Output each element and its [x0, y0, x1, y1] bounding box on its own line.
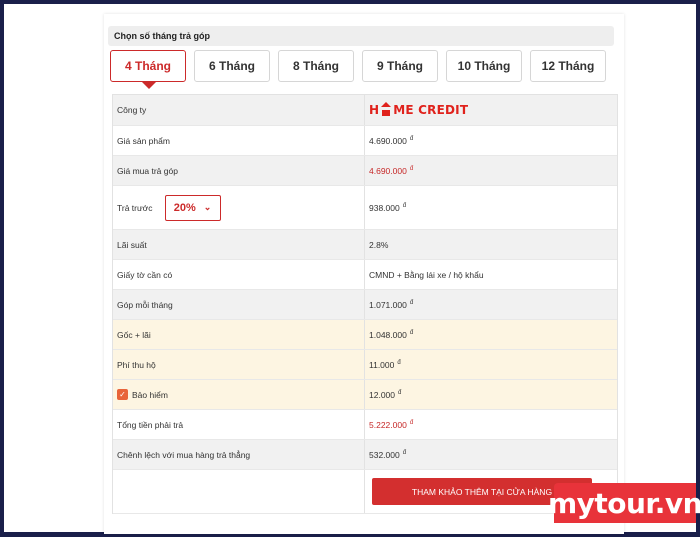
row-action: THAM KHẢO THÊM TẠI CỬA HÀNG [113, 470, 617, 514]
row-installment-price: Giá mua trả góp 4.690.000 đ [113, 156, 617, 186]
row-value: 5.222.000 đ [369, 419, 414, 430]
row-down-payment: Trả trước 20% ⌄ 938.000 đ [113, 186, 617, 230]
row-label: Bảo hiểm [132, 389, 168, 400]
row-documents: Giấy tờ cần có CMND + Bằng lái xe / hộ k… [113, 260, 617, 290]
row-insurance: ✓ Bảo hiểm 12.000 đ [113, 380, 617, 410]
row-label: Góp mỗi tháng [113, 290, 365, 319]
row-value: 11.000 đ [369, 359, 401, 370]
row-difference: Chênh lệch với mua hàng trả thẳng 532.00… [113, 440, 617, 470]
installment-table: Công ty H ME CREDIT Giá sản phẩm 4.690.0… [112, 94, 618, 514]
row-value: CMND + Bằng lái xe / hộ khẩu [369, 269, 484, 280]
row-label: Công ty [113, 95, 365, 125]
row-price: Giá sản phẩm 4.690.000 đ [113, 126, 617, 156]
section-title: Chọn số tháng trả góp [108, 26, 614, 46]
tab-9-months[interactable]: 9 Tháng [362, 50, 438, 82]
row-value: 1.048.000 đ [369, 329, 414, 340]
row-company: Công ty H ME CREDIT [113, 95, 617, 126]
active-caret-icon [142, 82, 156, 89]
row-value: 4.690.000 đ [369, 165, 414, 176]
row-collection-fee: Phí thu hộ 11.000 đ [113, 350, 617, 380]
installment-panel: Chọn số tháng trả góp 4 Tháng 6 Tháng 8 … [104, 14, 624, 534]
tab-label: 6 Tháng [208, 59, 255, 73]
row-label: Lãi suất [113, 230, 365, 259]
home-credit-logo: H ME CREDIT [369, 101, 469, 117]
row-value: 4.690.000 đ [369, 135, 414, 146]
row-value: 2.8% [369, 239, 389, 250]
tab-8-months[interactable]: 8 Tháng [278, 50, 354, 82]
row-label: Tổng tiền phải trả [113, 410, 365, 439]
tab-label: 9 Tháng [376, 59, 423, 73]
row-label-cell: ✓ Bảo hiểm [113, 380, 365, 409]
tab-label: 10 Tháng [457, 59, 511, 73]
row-label: Chênh lệch với mua hàng trả thẳng [113, 440, 365, 469]
empty-cell [113, 470, 365, 513]
insurance-checkbox[interactable]: ✓ [117, 389, 128, 400]
mytour-watermark: mytour.vn [548, 483, 700, 523]
tab-12-months[interactable]: 12 Tháng [530, 50, 606, 82]
row-principal-interest: Gốc + lãi 1.048.000 đ [113, 320, 617, 350]
row-label: Phí thu hộ [113, 350, 365, 379]
chevron-down-icon: ⌄ [203, 202, 212, 212]
house-icon [380, 101, 392, 116]
tab-6-months[interactable]: 6 Tháng [194, 50, 270, 82]
tab-label: 12 Tháng [541, 59, 595, 73]
tab-label: 4 Tháng [124, 59, 171, 73]
row-label-cell: Trả trước 20% ⌄ [113, 186, 365, 229]
tab-10-months[interactable]: 10 Tháng [446, 50, 522, 82]
row-value: 12.000 đ [369, 389, 402, 400]
row-value: 532.000 đ [369, 449, 407, 460]
row-value: 1.071.000 đ [369, 299, 414, 310]
tab-label: 8 Tháng [292, 59, 339, 73]
company-logo: H ME CREDIT [365, 95, 615, 125]
row-interest: Lãi suất 2.8% [113, 230, 617, 260]
tab-4-months[interactable]: 4 Tháng [110, 50, 186, 89]
down-payment-select[interactable]: 20% ⌄ [164, 194, 221, 221]
row-label: Gốc + lãi [113, 320, 365, 349]
row-value: 938.000 đ [369, 202, 407, 213]
row-label: Giấy tờ cần có [113, 260, 365, 289]
row-total: Tổng tiền phải trả 5.222.000 đ [113, 410, 617, 440]
row-label: Trả trước [117, 202, 153, 213]
row-label: Giá mua trả góp [113, 156, 365, 185]
row-monthly: Góp mỗi tháng 1.071.000 đ [113, 290, 617, 320]
row-label: Giá sản phẩm [113, 126, 365, 155]
month-tabs: 4 Tháng 6 Tháng 8 Tháng 9 Tháng 10 Tháng… [108, 50, 614, 89]
screenshot-frame: Chọn số tháng trả góp 4 Tháng 6 Tháng 8 … [4, 4, 696, 534]
